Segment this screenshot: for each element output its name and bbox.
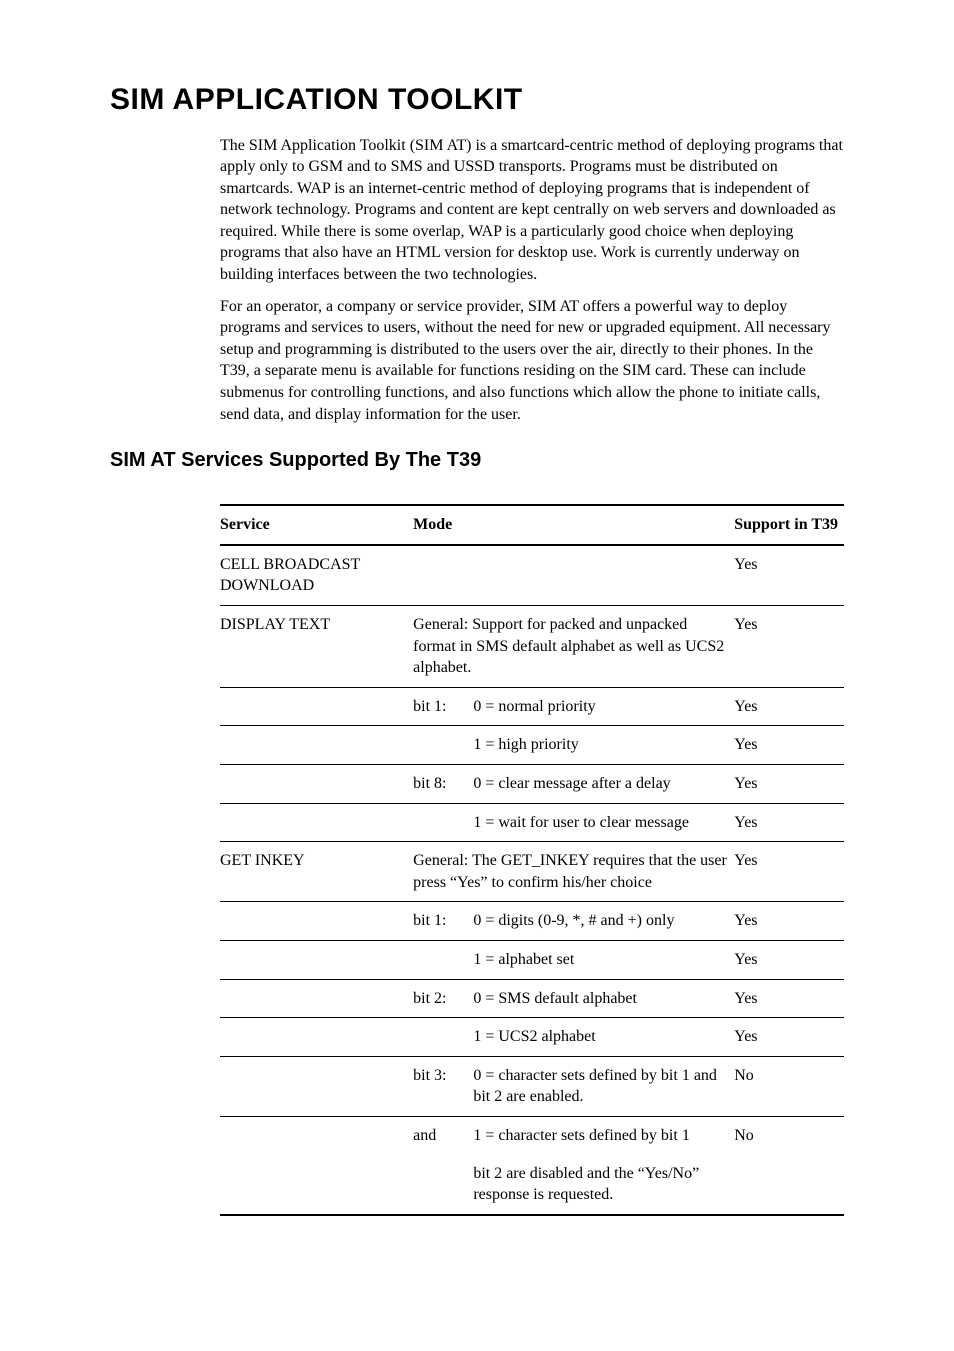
cell-support: Yes [734,803,844,842]
intro-block: The SIM Application Toolkit (SIM AT) is … [220,135,844,426]
cell-desc: General: Support for packed and unpacked… [413,606,734,688]
table-row: bit 2: 0 = SMS default alphabet Yes [220,979,844,1018]
cell-bit: bit 8: [413,764,473,803]
cell-desc: 0 = character sets defined by bit 1 and … [473,1056,734,1116]
cell-bit: and [413,1116,473,1154]
cell-desc: 0 = clear message after a delay [473,764,734,803]
table-header-row: Service Mode Support in T39 [220,505,844,545]
header-mode: Mode [413,505,734,545]
cell-bit [413,940,473,979]
table-row: 1 = wait for user to clear message Yes [220,803,844,842]
intro-para-1: The SIM Application Toolkit (SIM AT) is … [220,135,844,286]
cell-bit [413,726,473,765]
header-support: Support in T39 [734,505,844,545]
table-row: bit 8: 0 = clear message after a delay Y… [220,764,844,803]
cell-desc: 1 = character sets defined by bit 1 [473,1116,734,1154]
cell-desc: 0 = normal priority [473,687,734,726]
table-row: 1 = UCS2 alphabet Yes [220,1018,844,1057]
cell-desc: General: The GET_INKEY requires that the… [413,842,734,902]
cell-support: Yes [734,764,844,803]
cell-support: Yes [734,545,844,606]
cell-desc: bit 2 are disabled and the “Yes/No” resp… [473,1155,734,1215]
cell-desc: 1 = UCS2 alphabet [473,1018,734,1057]
table-row: GET INKEY General: The GET_INKEY require… [220,842,844,902]
cell-bit: bit 2: [413,979,473,1018]
table-row: and 1 = character sets defined by bit 1 … [220,1116,844,1154]
cell-bit [413,1155,473,1215]
cell-support: Yes [734,606,844,688]
cell-bit [413,803,473,842]
section-title: SIM AT Services Supported By The T39 [110,447,844,474]
cell-support [734,1155,844,1215]
cell-support: No [734,1116,844,1154]
cell-desc [473,545,734,606]
table-row: bit 1: 0 = normal priority Yes [220,687,844,726]
cell-support: Yes [734,902,844,941]
cell-desc: 1 = high priority [473,726,734,765]
cell-desc: 1 = wait for user to clear message [473,803,734,842]
cell-bit: bit 1: [413,902,473,941]
cell-support: Yes [734,726,844,765]
cell-desc: 1 = alphabet set [473,940,734,979]
header-service: Service [220,505,413,545]
cell-support: Yes [734,979,844,1018]
table-row: 1 = alphabet set Yes [220,940,844,979]
cell-support: Yes [734,842,844,902]
table-row: bit 1: 0 = digits (0-9, *, # and +) only… [220,902,844,941]
table-row: DISPLAY TEXT General: Support for packed… [220,606,844,688]
cell-desc: 0 = digits (0-9, *, # and +) only [473,902,734,941]
table-row: bit 2 are disabled and the “Yes/No” resp… [220,1155,844,1215]
table-row: 1 = high priority Yes [220,726,844,765]
page-title: SIM APPLICATION TOOLKIT [110,80,844,121]
cell-bit: bit 3: [413,1056,473,1116]
cell-bit [413,545,473,606]
cell-support: Yes [734,687,844,726]
cell-service: DISPLAY TEXT [220,606,413,688]
table-row: bit 3: 0 = character sets defined by bit… [220,1056,844,1116]
cell-support: No [734,1056,844,1116]
cell-support: Yes [734,1018,844,1057]
cell-service: CELL BROADCAST DOWNLOAD [220,545,413,606]
intro-para-2: For an operator, a company or service pr… [220,296,844,426]
cell-bit: bit 1: [413,687,473,726]
services-table: Service Mode Support in T39 CELL BROADCA… [220,504,844,1215]
table-row: CELL BROADCAST DOWNLOAD Yes [220,545,844,606]
cell-service: GET INKEY [220,842,413,902]
cell-desc: 0 = SMS default alphabet [473,979,734,1018]
cell-bit [413,1018,473,1057]
cell-support: Yes [734,940,844,979]
